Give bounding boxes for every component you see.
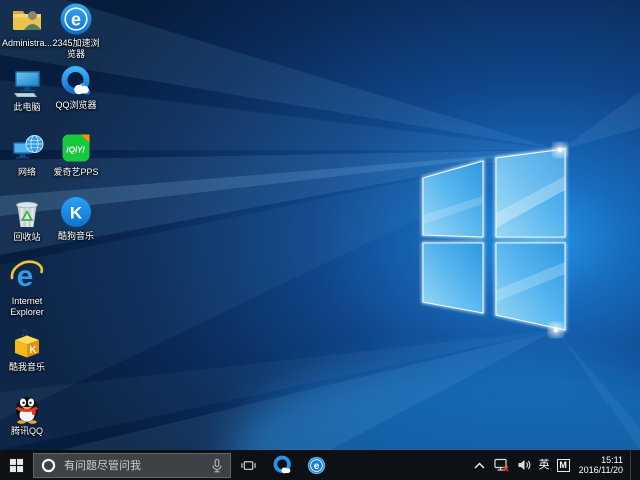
desktop-icon-recycle-bin[interactable]: 回收站 [0,194,54,243]
desktop-icon-internet-explorer[interactable]: e Internet Explorer [0,258,54,318]
desktop-icon-user-folder[interactable]: Administra... [0,0,54,49]
ime-badge[interactable]: M [557,459,570,472]
show-desktop-button[interactable] [630,450,635,480]
user-folder-icon [9,0,45,36]
cortana-icon [41,458,56,473]
windows-logo-icon [9,458,24,473]
search-input[interactable] [62,454,206,479]
icon-label: 酷狗音乐 [58,231,94,242]
svg-text:e: e [313,461,319,472]
icon-label: 2345加速浏览器 [49,38,103,60]
system-tray: 英 M 15:11 2016/11/20 [473,450,640,480]
language-indicator[interactable]: 英 [539,460,550,471]
taskbar: e 英 M 15:11 2016/11/20 [0,450,640,480]
taskbar-search[interactable] [33,453,231,478]
hidden-icons-chevron[interactable] [473,460,486,471]
desktop-icon-this-pc[interactable]: 此电脑 [0,64,54,113]
kugou-music-icon: K [58,193,94,229]
icon-label: 爱奇艺PPS [53,167,98,178]
task-view-button[interactable] [231,450,265,480]
taskbar-qq-browser-button[interactable] [265,450,299,480]
desktop-icon-kuwo-music[interactable]: ♫ K 酷我音乐 [0,324,54,373]
svg-text:K: K [70,204,83,223]
icon-label: 此电脑 [13,102,40,113]
this-pc-icon [9,64,45,100]
desktop: Administra... e 2345加速浏览器 [0,0,640,450]
internet-explorer-icon: e [9,258,45,294]
icon-label: 酷我音乐 [9,362,45,373]
volume-icon[interactable] [517,458,532,472]
icon-label: Internet Explorer [0,296,54,318]
kuwo-music-icon: ♫ K [9,324,45,360]
desktop-icon-kugou-music[interactable]: K 酷狗音乐 [49,193,103,242]
qq-browser-icon [58,62,94,98]
desktop-icon-2345-browser[interactable]: e 2345加速浏览器 [49,0,103,60]
icon-label: 腾讯QQ [11,426,43,437]
2345-browser-icon: e [58,0,94,36]
taskbar-2345-browser-button[interactable]: e [299,450,333,480]
microphone-icon[interactable] [210,458,224,474]
qq-browser-icon [272,455,293,476]
svg-text:e: e [71,10,81,30]
iqiyi-pps-icon: iQIYI [58,129,94,165]
desktop-icon-qq-browser[interactable]: QQ浏览器 [49,62,103,111]
2345-browser-icon: e [307,456,326,475]
desktop-icon-tencent-qq[interactable]: 腾讯QQ [0,388,54,437]
svg-text:iQIYI: iQIYI [66,146,85,155]
desktop-icon-network[interactable]: 网络 [0,129,54,178]
svg-text:K: K [29,345,37,356]
desktop-icon-iqiyi-pps[interactable]: iQIYI 爱奇艺PPS [49,129,103,178]
network-icon [9,129,45,165]
icon-label: 网络 [18,167,36,178]
taskbar-clock[interactable]: 15:11 2016/11/20 [579,455,623,476]
icon-label: 回收站 [13,232,40,243]
tencent-qq-icon [9,388,45,424]
icon-label: Administra... [2,38,52,49]
start-button[interactable] [0,450,33,480]
clock-date: 2016/11/20 [579,465,623,476]
network-status-icon[interactable] [493,457,510,473]
task-view-icon [240,458,257,473]
recycle-bin-icon [9,194,45,230]
icon-label: QQ浏览器 [55,100,96,111]
clock-time: 15:11 [579,455,623,466]
